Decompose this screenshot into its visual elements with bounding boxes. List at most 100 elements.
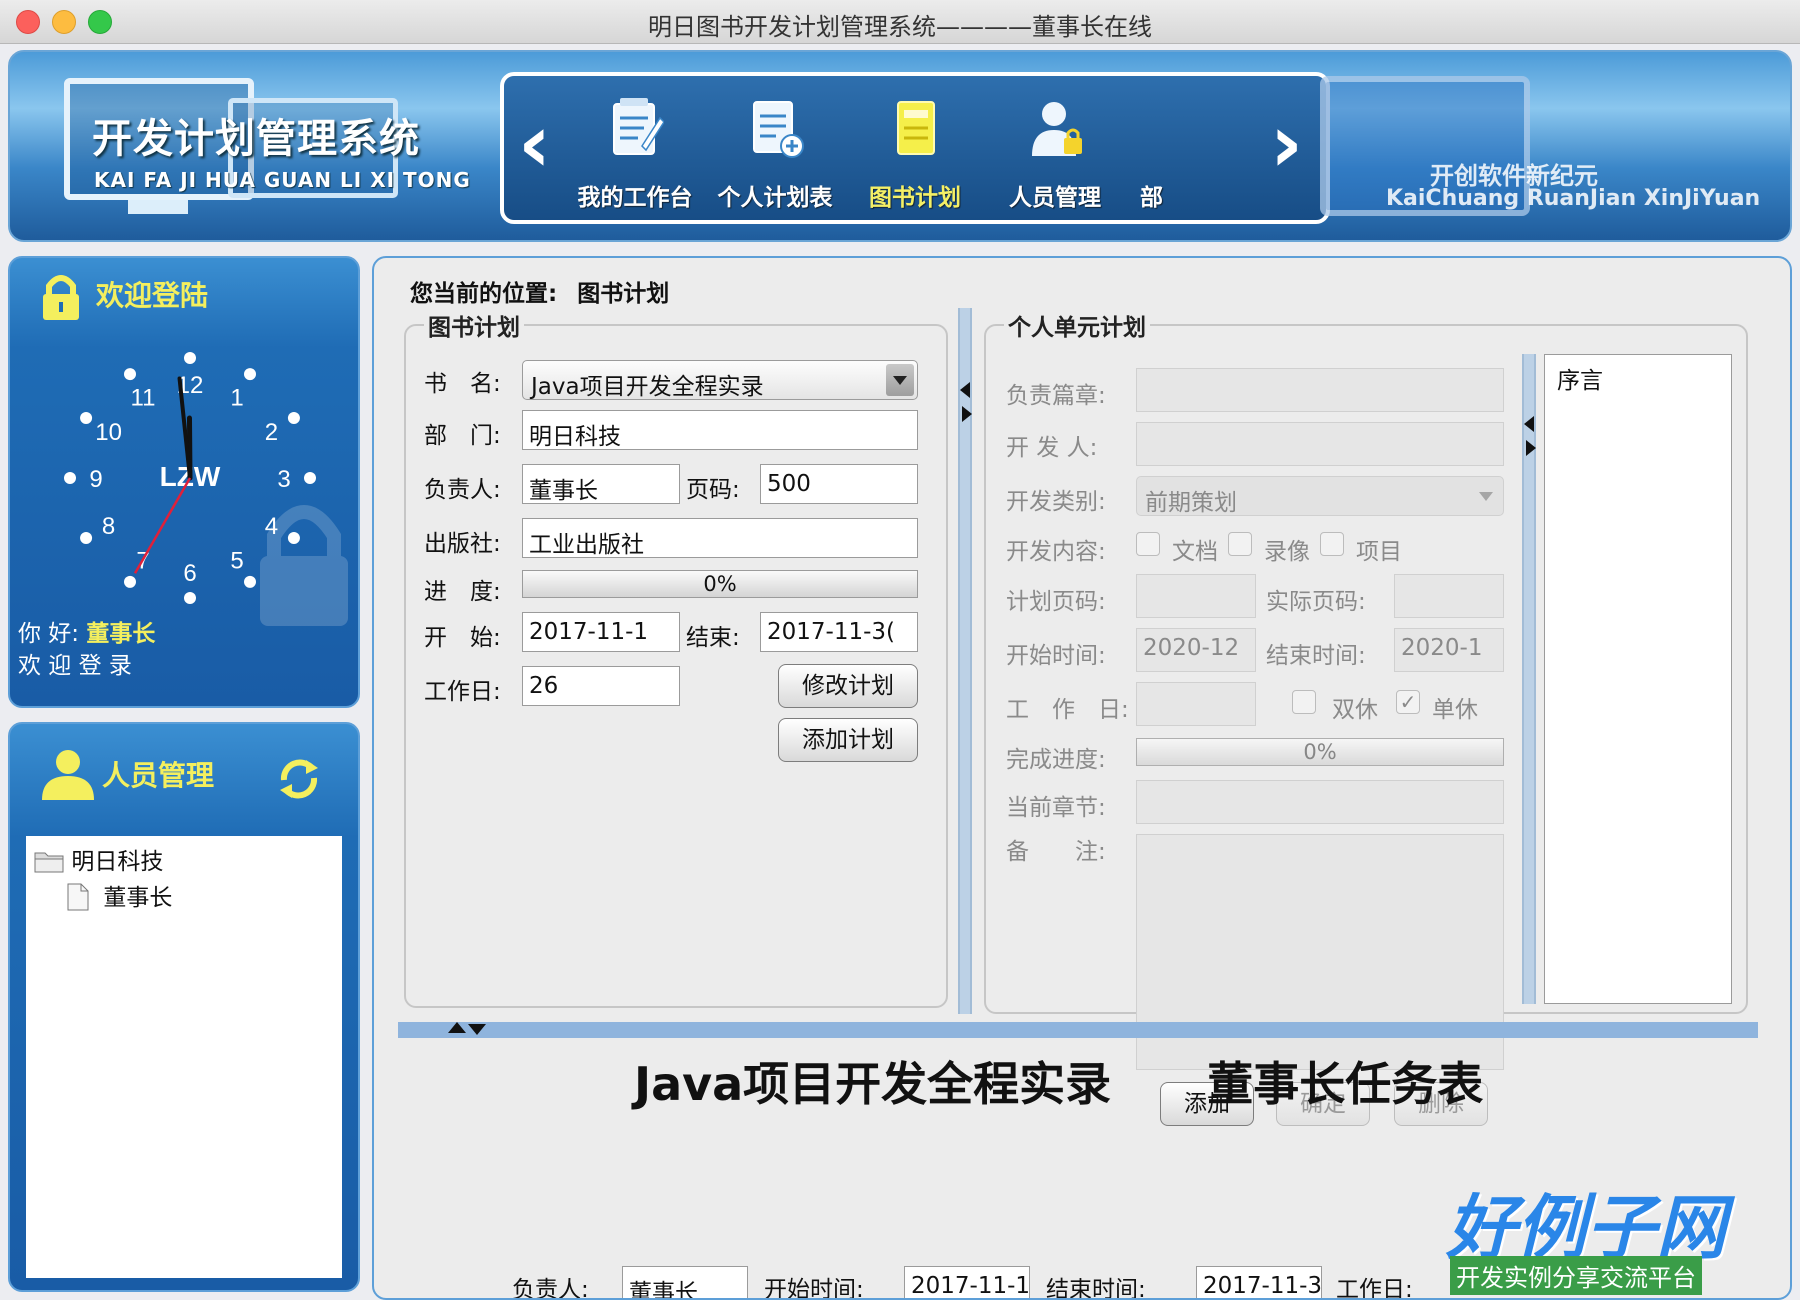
nav-label: 我的工作台 <box>577 185 693 211</box>
monitor-stand <box>128 200 188 214</box>
start-label: 开 始: <box>424 625 501 651</box>
nav-label: 图书计划 <box>869 185 961 211</box>
actual-pages-field[interactable] <box>1394 574 1504 618</box>
pages-field[interactable]: 500 <box>760 464 918 504</box>
chapter-list-item[interactable]: 序言 <box>1557 361 1603 395</box>
task-owner-title: 董事长任务表 <box>1207 1057 1484 1111</box>
single-rest-checkbox[interactable]: ✓ <box>1396 690 1420 714</box>
hello-user: 董事长 <box>86 621 156 647</box>
unit-progress-label: 完成进度: <box>1006 747 1106 773</box>
tree-node-user[interactable]: 董事长 <box>66 878 172 912</box>
book-plan-legend: 图书计划 <box>428 315 520 341</box>
window-title-bar: 明日图书开发计划管理系统————董事长在线 <box>0 0 1800 44</box>
nav-item-staff-management[interactable]: 人员管理 <box>990 94 1120 214</box>
clock-numeral: 10 <box>95 419 122 446</box>
staff-lock-icon <box>1032 102 1082 156</box>
note-label: 备 注: <box>1006 839 1106 865</box>
clock-hour-dot <box>124 575 136 588</box>
clock-numeral: 8 <box>102 513 115 540</box>
nav-label: 部 <box>1140 185 1163 211</box>
modify-plan-button[interactable]: 修改计划 <box>778 664 918 708</box>
workdays-field[interactable]: 26 <box>522 666 680 706</box>
tree-node-dept[interactable]: 明日科技 <box>34 842 163 876</box>
clock-numeral: 3 <box>277 466 290 493</box>
collapse-left-icon[interactable] <box>960 382 970 398</box>
clock-hour-dot <box>244 368 256 381</box>
nav-item-next-partial[interactable]: 部 <box>1130 94 1170 214</box>
clock-hour-dot <box>184 352 196 364</box>
content-doc-label: 文档 <box>1172 539 1218 565</box>
content-label: 开发内容: <box>1006 539 1106 565</box>
welcome-title: 欢迎登陆 <box>96 279 209 312</box>
tree-label: 明日科技 <box>71 849 164 875</box>
nav-prev-arrow-icon[interactable]: ‹ <box>518 104 551 184</box>
task-end-label: 结束时间: <box>1046 1277 1146 1300</box>
nav-item-workbench[interactable]: 我的工作台 <box>570 94 700 214</box>
chapter-field[interactable] <box>1136 368 1504 412</box>
task-workdays-label: 工作日: <box>1336 1277 1413 1300</box>
content-video-checkbox[interactable] <box>1228 532 1252 556</box>
add-plan-button[interactable]: 添加计划 <box>778 718 918 762</box>
double-rest-checkbox[interactable] <box>1292 690 1316 714</box>
current-chapter-label: 当前章节: <box>1006 795 1106 821</box>
unit-start-label: 开始时间: <box>1006 643 1106 669</box>
nav-item-personal-plan[interactable]: 个人计划表 <box>710 94 840 214</box>
nav-item-book-plan[interactable]: 图书计划 <box>850 94 980 214</box>
collapse-right-icon[interactable] <box>962 406 972 422</box>
clock-numeral: 9 <box>89 466 102 493</box>
task-start-field[interactable]: 2017-11-1 <box>904 1266 1030 1298</box>
plan-pages-field[interactable] <box>1136 574 1256 618</box>
chapter-label: 负责篇章: <box>1006 383 1106 409</box>
single-rest-label: 单休 <box>1432 697 1478 723</box>
task-end-field[interactable]: 2017-11-3 <box>1196 1266 1322 1298</box>
app-header: 开发计划管理系统 KAI FA JI HUA GUAN LI XI TONG ‹… <box>8 50 1792 242</box>
progress-text: 0% <box>1303 740 1337 764</box>
window-title: 明日图书开发计划管理系统————董事长在线 <box>648 13 1152 41</box>
developer-label: 开 发 人: <box>1006 435 1098 461</box>
unit-start-field[interactable]: 2020-12 <box>1136 628 1256 672</box>
location-value: 图书计划 <box>577 281 670 307</box>
staff-panel: 人员管理 明日科技 董事长 <box>8 722 360 1292</box>
book-name-select[interactable]: Java项目开发全程实录 <box>522 360 918 400</box>
lock-watermark-icon <box>260 505 348 626</box>
collapse-left-icon[interactable] <box>1524 416 1534 432</box>
publisher-field[interactable]: 工业出版社 <box>522 518 918 558</box>
content-project-checkbox[interactable] <box>1320 532 1344 556</box>
start-date-field[interactable]: 2017-11-1 <box>522 612 680 652</box>
clock-hour-dot <box>80 412 93 424</box>
expand-up-icon[interactable] <box>448 1022 466 1033</box>
logo-title: 开发计划管理系统 <box>92 116 420 162</box>
unit-end-label: 结束时间: <box>1266 643 1366 669</box>
collapse-right-icon[interactable] <box>1526 440 1536 456</box>
main-nav-bar: ‹ 我的工作台 个人计划表 图书计划 人员管理 部 › <box>500 72 1330 224</box>
workdays-label: 工作日: <box>424 679 501 705</box>
horizontal-split-divider[interactable] <box>398 1022 1758 1038</box>
refresh-icon[interactable] <box>274 754 324 804</box>
folder-icon <box>34 852 64 873</box>
dept-label: 部 门: <box>424 423 501 449</box>
chapter-list: 序言 <box>1544 354 1732 1004</box>
clock-numeral: 5 <box>230 547 243 574</box>
expand-down-icon[interactable] <box>468 1024 486 1035</box>
staff-title: 人员管理 <box>102 759 215 792</box>
task-owner-label: 负责人: <box>512 1277 589 1300</box>
developer-field[interactable] <box>1136 422 1504 466</box>
category-select[interactable]: 前期策划 <box>1136 476 1504 516</box>
content-doc-checkbox[interactable] <box>1136 532 1160 556</box>
unit-workdays-field[interactable] <box>1136 682 1256 726</box>
owner-field[interactable]: 董事长 <box>522 464 680 504</box>
file-icon <box>67 883 89 911</box>
end-label: 结束: <box>686 625 740 651</box>
unit-plan-legend: 个人单元计划 <box>1008 315 1146 341</box>
clock-hour-dot <box>124 368 136 381</box>
clock-hour-dot <box>64 472 76 484</box>
clock-hour-dot <box>304 472 316 484</box>
workbench-icon <box>613 98 664 155</box>
publisher-label: 出版社: <box>424 531 501 557</box>
dept-field[interactable]: 明日科技 <box>522 410 918 450</box>
task-owner-field[interactable]: 董事长 <box>622 1266 748 1298</box>
book-progress-bar: 0% <box>522 570 918 598</box>
unit-end-field[interactable]: 2020-1 <box>1394 628 1504 672</box>
end-date-field[interactable]: 2017-11-3( <box>760 612 918 652</box>
current-chapter-field[interactable] <box>1136 780 1504 824</box>
